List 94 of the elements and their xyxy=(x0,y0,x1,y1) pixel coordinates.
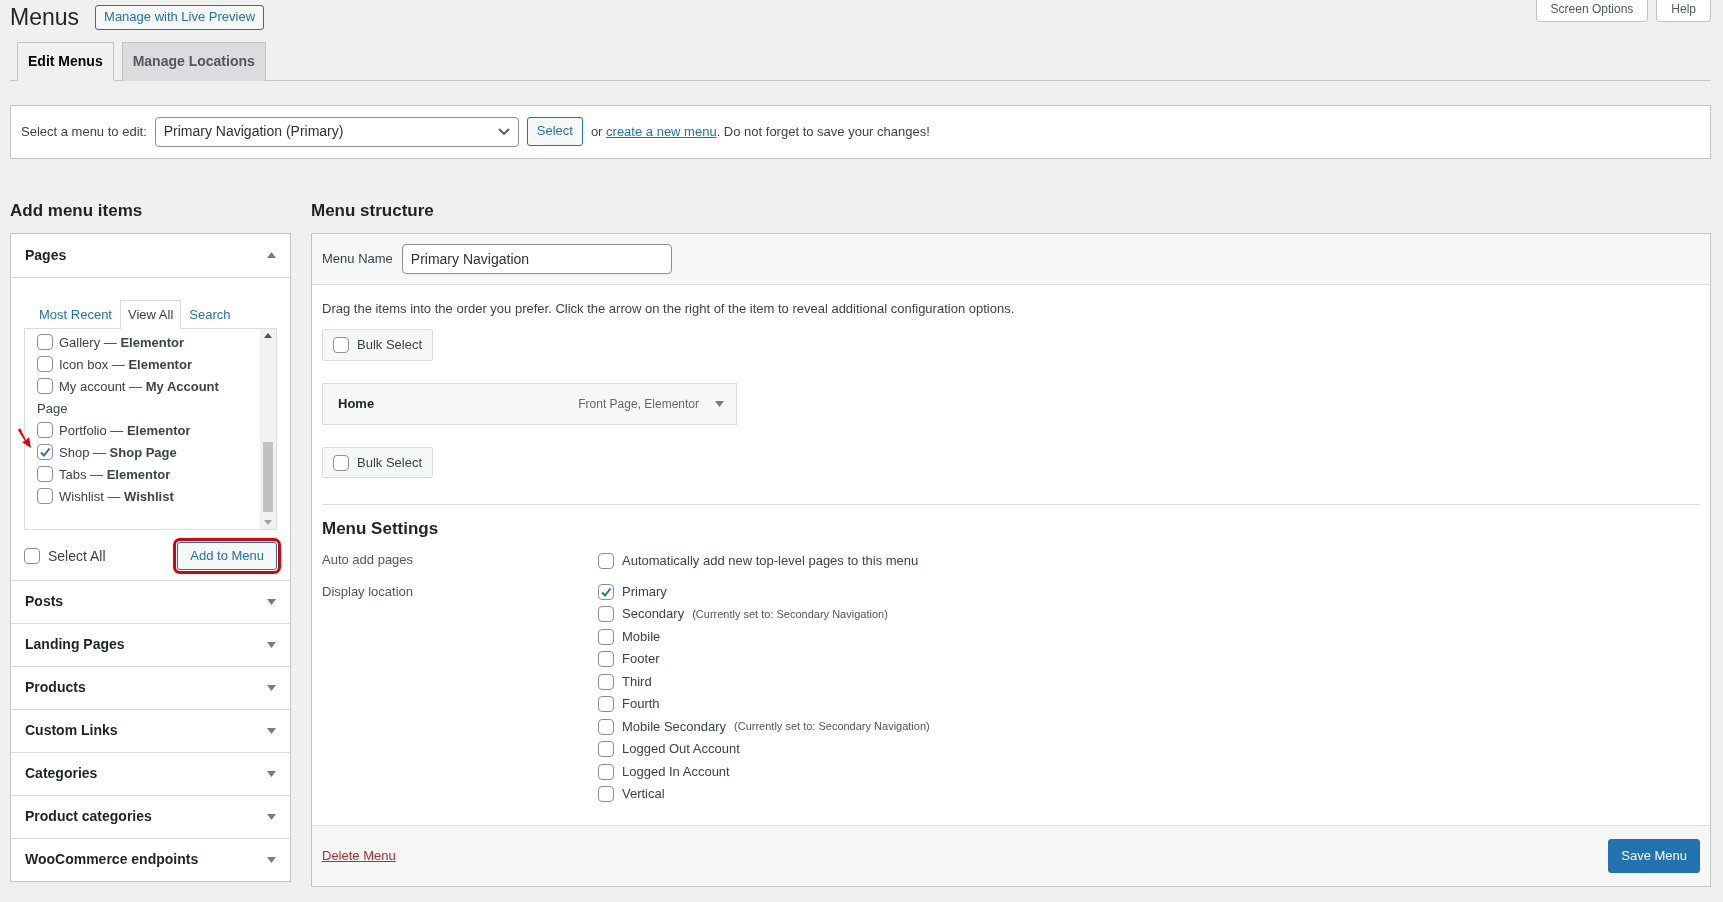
select-button[interactable]: Select xyxy=(526,117,583,147)
checkbox[interactable] xyxy=(598,763,614,780)
checkbox[interactable] xyxy=(24,548,40,565)
checkbox[interactable] xyxy=(37,422,53,439)
checkbox[interactable] xyxy=(37,334,53,351)
accordion-header[interactable]: Product categories xyxy=(11,795,290,838)
page-label: Icon box — Elementor xyxy=(59,355,192,374)
checkbox-label: Mobile xyxy=(622,627,661,646)
location-note: (Currently set to: Secondary Navigation) xyxy=(692,606,888,622)
checkbox-label: Fourth xyxy=(622,695,660,714)
scrollbar[interactable] xyxy=(260,329,276,530)
bulk-select-button[interactable]: Bulk Select xyxy=(322,329,434,361)
accordion-header[interactable]: WooCommerce endpoints xyxy=(11,838,290,881)
scroll-down-icon[interactable] xyxy=(264,520,272,526)
checkbox[interactable] xyxy=(598,696,614,713)
top-button[interactable]: Screen Options xyxy=(1535,0,1649,22)
field-label: Select a menu to edit: xyxy=(21,122,147,141)
accordion-header[interactable]: Landing Pages xyxy=(11,623,290,666)
checkbox-label: Logged Out Account xyxy=(622,740,740,759)
caret-icon[interactable] xyxy=(267,599,276,605)
checkbox-label: Footer xyxy=(622,650,660,669)
scrollbar-thumb[interactable] xyxy=(263,442,273,513)
tab[interactable]: Manage Locations xyxy=(121,41,266,81)
checkbox-label: Third xyxy=(622,672,652,691)
accordion-header[interactable]: Custom Links xyxy=(11,709,290,752)
accordion-header[interactable]: Categories xyxy=(11,752,290,795)
checkbox-label: Secondary xyxy=(622,605,685,624)
group-heading: Page xyxy=(37,399,69,418)
checkbox[interactable] xyxy=(598,786,614,803)
create-menu-link[interactable]: create a new menu xyxy=(606,123,717,139)
accordion-header[interactable]: Posts xyxy=(11,580,290,623)
checkbox-label: Primary xyxy=(622,582,667,601)
checkbox[interactable] xyxy=(37,488,53,505)
tab[interactable]: Search xyxy=(181,300,239,329)
checkbox-label: Vertical xyxy=(622,785,665,804)
caret-icon[interactable] xyxy=(267,252,276,259)
section-heading: Add menu items xyxy=(10,200,144,221)
top-button[interactable]: Help xyxy=(1656,0,1711,22)
page-label: Wishlist — Wishlist xyxy=(59,487,174,506)
accordion-header[interactable]: Pages xyxy=(11,234,290,277)
live-preview-button[interactable]: Manage with Live Preview xyxy=(95,5,265,31)
caret-icon[interactable] xyxy=(267,685,276,691)
section-heading: Menu structure xyxy=(311,200,435,221)
checkbox[interactable] xyxy=(598,741,614,758)
settings-heading: Menu Settings xyxy=(322,519,440,540)
checkbox[interactable] xyxy=(598,718,614,735)
menu-name-field[interactable]: Primary Navigation xyxy=(401,244,672,274)
checkbox[interactable] xyxy=(598,673,614,690)
bulk-select-button[interactable]: Bulk Select xyxy=(322,447,434,479)
field-label: Display location xyxy=(322,583,415,602)
checkbox-label: Select All xyxy=(48,546,106,566)
checkbox[interactable] xyxy=(598,628,614,645)
page-label: Gallery — Elementor xyxy=(59,333,184,352)
checkbox[interactable] xyxy=(37,356,53,373)
page-label: Shop — Shop Page xyxy=(59,443,177,462)
menu-item-title: Home xyxy=(338,395,375,414)
field-label: Auto add pages xyxy=(322,550,415,569)
checkbox-label: Automatically add new top-level pages to this menu xyxy=(622,552,919,571)
caret-icon[interactable] xyxy=(267,642,276,648)
checkbox[interactable] xyxy=(598,651,614,668)
page-label: Portfolio — Elementor xyxy=(59,421,191,440)
instruction-text: or create a new menu. Do not forget to save your changes! xyxy=(590,122,930,141)
save-menu-button[interactable]: Save Menu xyxy=(1608,839,1700,873)
caret-icon[interactable] xyxy=(267,814,276,820)
instruction-text: Drag the items into the order you prefer. Click the arrow on the right of the item to reveal additional configuration options. xyxy=(322,300,1016,318)
page-label: Tabs — Elementor xyxy=(59,465,171,484)
checkbox[interactable] xyxy=(37,444,53,461)
checkbox[interactable] xyxy=(37,378,53,395)
caret-icon[interactable] xyxy=(267,771,276,777)
checkbox[interactable] xyxy=(598,583,614,600)
chevron-icon[interactable] xyxy=(497,127,510,136)
accordion-header[interactable]: Products xyxy=(11,666,290,709)
caret-icon[interactable] xyxy=(715,401,724,407)
tab[interactable]: View All xyxy=(120,300,182,330)
location-note: (Currently set to: Secondary Navigation) xyxy=(734,719,930,735)
menu-dropdown[interactable]: Primary Navigation (Primary) xyxy=(154,116,519,147)
menu-item-bar[interactable]: Home Front Page, Elementor xyxy=(322,383,737,425)
checkbox-label: Mobile Secondary xyxy=(622,717,727,736)
checkbox[interactable] xyxy=(37,466,53,483)
caret-icon[interactable] xyxy=(267,857,276,863)
checkbox[interactable] xyxy=(598,606,614,623)
checkbox[interactable] xyxy=(333,337,349,354)
page-title: Menus xyxy=(10,4,80,32)
tab[interactable]: Most Recent xyxy=(31,300,120,329)
checkbox[interactable] xyxy=(333,454,349,471)
tab[interactable]: Edit Menus xyxy=(17,41,114,81)
scroll-up-icon[interactable] xyxy=(264,333,272,339)
page-label: My account — My Account xyxy=(59,377,219,396)
checkbox-label: Logged In Account xyxy=(622,762,730,781)
field-label: Menu Name xyxy=(322,250,393,269)
delete-menu-link[interactable]: Delete Menu xyxy=(322,846,396,866)
caret-icon[interactable] xyxy=(267,728,276,734)
menu-item-meta: Front Page, Elementor xyxy=(578,396,699,413)
checkbox[interactable] xyxy=(598,553,614,570)
